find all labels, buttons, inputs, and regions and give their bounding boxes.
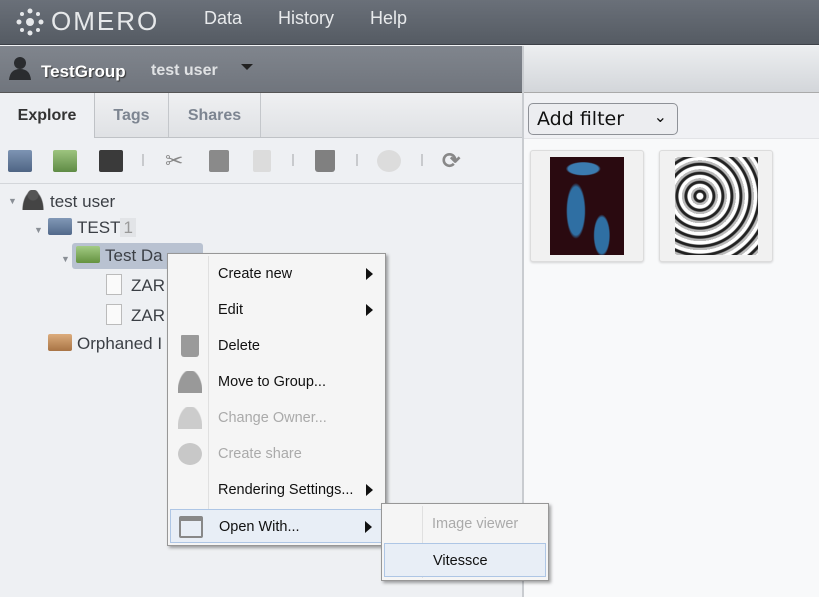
- submenu-arrow-icon: [366, 268, 373, 280]
- omero-logo-icon: [16, 8, 44, 35]
- group-bar: TestGroup test user: [0, 46, 522, 93]
- omero-logo[interactable]: OMERO: [15, 6, 159, 37]
- menu-label: Delete: [218, 338, 260, 354]
- menu-item-edit[interactable]: Edit: [170, 293, 383, 327]
- tab-bar-filler: [261, 93, 522, 138]
- toolbar-separator: [421, 154, 423, 166]
- tab-tags[interactable]: Tags: [95, 93, 169, 138]
- new-dataset-icon[interactable]: [53, 150, 77, 172]
- user-icon: [178, 371, 202, 393]
- menu-label: Change Owner...: [218, 410, 327, 426]
- group-name[interactable]: TestGroup: [41, 62, 126, 82]
- menu-item-change-owner[interactable]: Change Owner...: [170, 401, 383, 435]
- menu-label: Edit: [218, 302, 243, 318]
- context-menu: Create new Edit Delete Move to Group... …: [167, 253, 386, 546]
- copy-icon[interactable]: [209, 150, 229, 172]
- add-filter-label: Add filter: [537, 108, 625, 130]
- chevron-down-icon: ⌄: [653, 107, 667, 126]
- refresh-icon[interactable]: ⟳: [442, 150, 466, 172]
- menu-item-move-to-group[interactable]: Move to Group...: [170, 365, 383, 399]
- image-thumbnail[interactable]: [659, 150, 773, 262]
- tree-image[interactable]: ZAR: [106, 274, 165, 296]
- menu-item-rendering-settings[interactable]: Rendering Settings...: [170, 473, 383, 507]
- user-icon: [9, 57, 31, 80]
- menu-label: Image viewer: [432, 516, 519, 532]
- dataset-name: Test Da: [105, 246, 163, 265]
- tree-image[interactable]: ZAR: [106, 304, 165, 326]
- cut-icon[interactable]: ✂: [165, 150, 189, 172]
- menu-label: Open With...: [219, 519, 300, 535]
- logo-text: OMERO: [51, 6, 160, 36]
- paste-icon[interactable]: [253, 150, 271, 172]
- collapse-caret[interactable]: ▼: [61, 254, 70, 264]
- open-with-submenu: Image viewer Vitessce: [381, 503, 549, 581]
- image-file-icon: [106, 274, 122, 295]
- menu-label: Create new: [218, 266, 293, 282]
- user-icon: [22, 190, 44, 210]
- menu-item-create-share[interactable]: Create share: [170, 437, 383, 471]
- collapse-caret[interactable]: ▼: [34, 225, 43, 235]
- menu-item-open-with[interactable]: Open With...: [170, 509, 383, 543]
- menu-label: Create share: [218, 446, 302, 462]
- image-name: ZAR: [131, 306, 165, 325]
- collapse-caret[interactable]: ▼: [8, 196, 17, 206]
- top-header: OMERO Data History Help: [0, 0, 819, 45]
- project-name: TEST: [77, 218, 121, 237]
- tree-user[interactable]: test user: [22, 190, 115, 212]
- project-count: 1: [120, 218, 136, 237]
- tree-user-label: test user: [50, 192, 116, 211]
- dataset-folder-icon: [76, 246, 100, 263]
- submenu-arrow-icon: [365, 521, 372, 533]
- thumbnail-image: [550, 157, 624, 255]
- menu-item-image-viewer[interactable]: Image viewer: [384, 507, 546, 541]
- user-icon: [178, 407, 202, 429]
- toolbar-separator: [292, 154, 294, 166]
- tree-orphaned[interactable]: Orphaned I: [48, 334, 162, 354]
- thumbnail-image: [675, 157, 758, 255]
- globe-icon: [178, 443, 202, 465]
- trash-icon: [181, 335, 199, 357]
- toolbar: ✂ ⟳: [0, 138, 522, 184]
- orphaned-label: Orphaned I: [77, 334, 163, 353]
- submenu-arrow-icon: [366, 304, 373, 316]
- menu-label: Rendering Settings...: [218, 482, 354, 498]
- nav-help[interactable]: Help: [370, 8, 407, 29]
- group-dropdown-caret[interactable]: [241, 64, 253, 70]
- menu-item-create-new[interactable]: Create new: [170, 257, 383, 291]
- new-project-icon[interactable]: [8, 150, 32, 172]
- tab-explore[interactable]: Explore: [0, 93, 95, 138]
- toolbar-separator: [142, 154, 144, 166]
- menu-label: Move to Group...: [218, 374, 326, 390]
- image-thumbnail[interactable]: [530, 150, 644, 262]
- tab-shares[interactable]: Shares: [169, 93, 261, 138]
- menu-item-vitessce[interactable]: Vitessce: [384, 543, 546, 577]
- menu-label: Vitessce: [433, 553, 488, 569]
- tree-project[interactable]: TEST 1: [48, 218, 136, 238]
- user-name[interactable]: test user: [151, 62, 218, 80]
- image-file-icon: [106, 304, 122, 325]
- submenu-arrow-icon: [366, 484, 373, 496]
- project-folder-icon: [48, 218, 72, 235]
- nav-data[interactable]: Data: [204, 8, 242, 29]
- nav-history[interactable]: History: [278, 8, 334, 29]
- add-filter-select[interactable]: Add filter ⌄: [528, 103, 678, 135]
- image-name: ZAR: [131, 276, 165, 295]
- new-screen-icon[interactable]: [99, 150, 123, 172]
- delete-icon[interactable]: [315, 150, 335, 172]
- toolbar-separator: [356, 154, 358, 166]
- orphaned-folder-icon: [48, 334, 72, 351]
- right-panel-header: [524, 46, 819, 93]
- open-with-icon: [179, 516, 203, 538]
- menu-item-delete[interactable]: Delete: [170, 329, 383, 363]
- share-icon[interactable]: [377, 150, 401, 172]
